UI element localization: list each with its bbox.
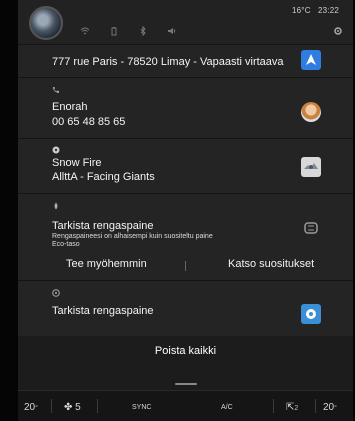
clear-all-button[interactable]: Poista kaikki [18,345,353,365]
sync-button[interactable]: SYNC [132,404,151,411]
drag-handle[interactable] [175,383,197,385]
tyre-alert-mode: Eco-taso [52,241,80,248]
tyre-alert-title: Tarkista rengaspaine [52,220,154,232]
weather-time: 16°C 23:22 [292,6,339,15]
media-card[interactable]: Snow Fire AllttA - Facing Giants [18,138,353,193]
status-icons [80,26,177,36]
do-later-button[interactable]: Tee myöhemmin [66,258,147,270]
caller-number: 00 65 48 85 65 [52,116,126,128]
tyre-alert-2-title: Tarkista rengaspaine [52,305,154,317]
phone-icon [53,87,59,93]
album-art [301,157,321,177]
temperature-text: 16°C [292,6,311,15]
navigation-destination: 777 rue Paris - 78520 Limay - Vapaasti v… [52,56,284,68]
screen: 16°C 23:22 777 rue Paris - 78520 Limay -… [0,0,355,421]
navigation-card[interactable]: 777 rue Paris - 78520 Limay - Vapaasti v… [18,44,353,77]
media-subtitle: AllttA - Facing Giants [52,171,155,183]
left-temperature[interactable]: 20° [24,402,38,413]
climate-divider-1 [51,399,52,413]
call-card[interactable]: Enorah 00 65 48 85 65 [18,77,353,138]
tyre-pressure-card-2[interactable]: Tarkista rengaspaine [18,280,353,336]
caller-name: Enorah [52,101,88,113]
media-title: Snow Fire [52,157,102,169]
right-fan-speed[interactable]: ⇱2 [286,402,298,413]
contact-photo [301,102,321,122]
music-note-icon [52,146,60,154]
tyre-icon [304,222,318,234]
right-fan-value: 2 [294,405,299,412]
ac-button[interactable]: A/C [221,404,233,411]
profile-avatar[interactable] [29,6,63,40]
climate-divider-4 [315,399,316,413]
climate-bar: 20° ✤ 5 SYNC A/C ⇱2 20° [18,390,353,421]
tyre-alert-actions: Tee myöhemmin Katso suositukset [18,252,353,278]
navigation-arrow-icon[interactable] [301,50,321,70]
info-circle-icon [52,289,60,297]
tyre-app-icon[interactable] [301,304,321,324]
status-bar: 16°C 23:22 [18,0,353,44]
climate-divider-2 [97,399,98,413]
battery-icon [111,27,117,36]
tyre-alert-detail: Rengaspaineesi on alhaisempi kuin suosit… [52,233,213,240]
left-fan-speed[interactable]: ✤ 5 [64,402,81,413]
settings-gear-icon[interactable] [333,26,343,36]
fan-icon: ✤ [64,402,73,413]
climate-divider-3 [273,399,274,413]
left-bezel [0,0,18,420]
left-fan-value: 5 [75,402,81,413]
clock-text: 23:22 [317,6,339,15]
left-temp-value: 20 [24,402,36,413]
right-temp-value: 20 [323,402,335,413]
warning-drop-icon [54,202,58,210]
bluetooth-icon [140,26,146,36]
volume-icon [168,28,176,34]
wifi-icon [80,27,90,35]
notification-panel: 16°C 23:22 777 rue Paris - 78520 Limay -… [18,0,353,421]
view-recommendations-button[interactable]: Katso suositukset [228,258,314,270]
actions-divider [185,261,186,271]
right-temperature[interactable]: 20° [323,402,337,413]
